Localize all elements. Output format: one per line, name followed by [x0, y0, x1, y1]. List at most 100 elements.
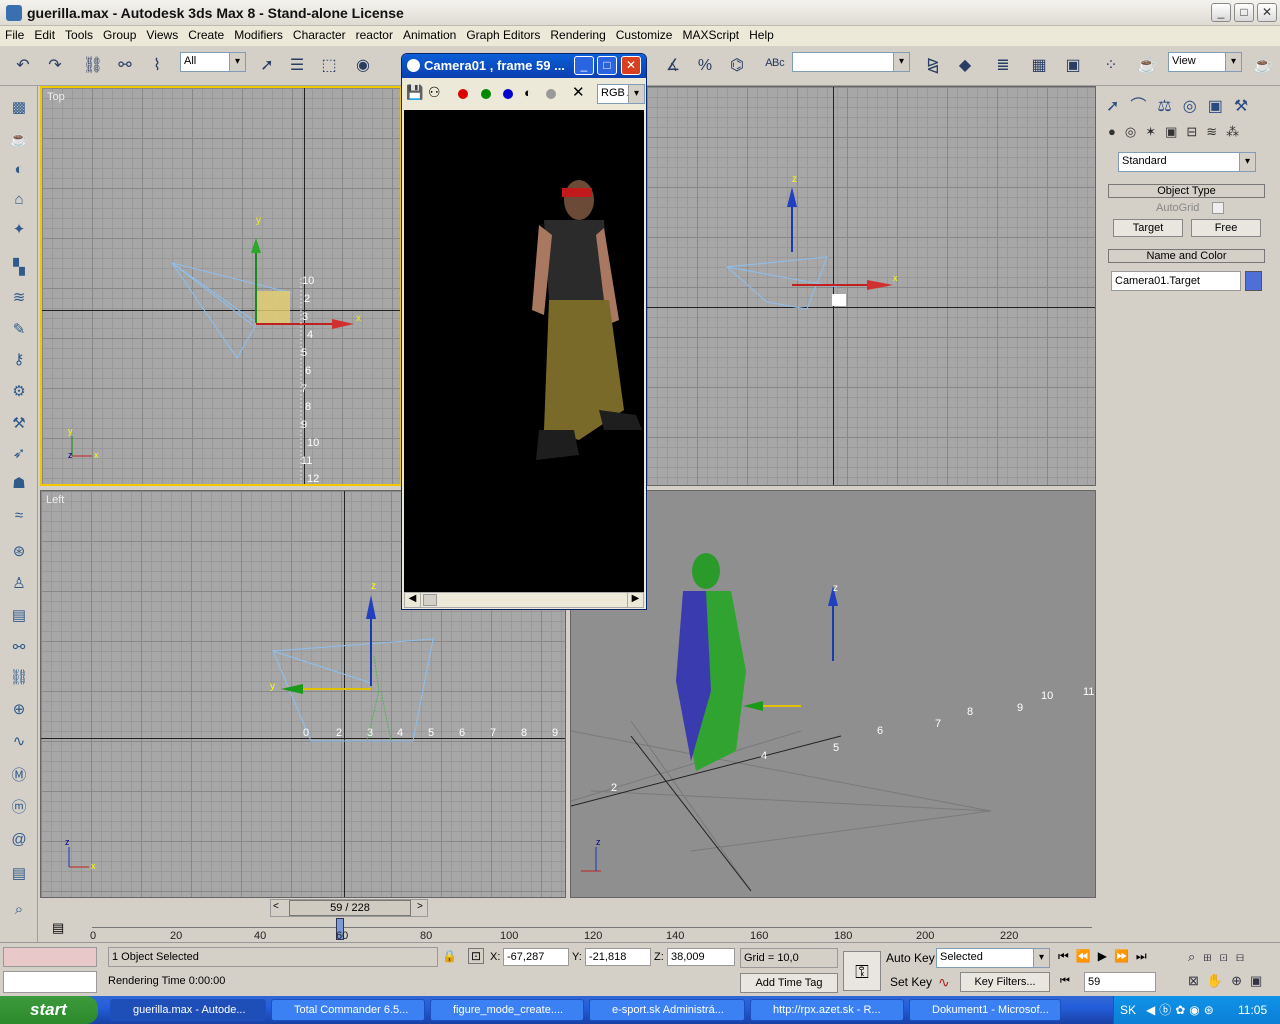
schematic-view-icon[interactable]: ▣ — [1060, 53, 1086, 79]
scroll-left-icon[interactable]: ◀ — [405, 593, 421, 607]
create-category-dropdown[interactable]: Standard — [1118, 152, 1256, 172]
scroll-thumb[interactable] — [423, 594, 437, 606]
current-frame-field[interactable]: 59 — [1084, 972, 1156, 992]
task-total-commander[interactable]: Total Commander 6.5... — [271, 999, 425, 1021]
menu-views[interactable]: Views — [141, 26, 183, 44]
free-button[interactable]: Free — [1191, 219, 1261, 237]
menu-graph-editors[interactable]: Graph Editors — [461, 26, 545, 44]
green-channel-icon[interactable] — [481, 89, 491, 99]
menu-modifiers[interactable]: Modifiers — [229, 26, 288, 44]
menu-tools[interactable]: Tools — [60, 26, 98, 44]
close-button[interactable]: ✕ — [1257, 3, 1277, 22]
rollout-object-type[interactable]: Object Type — [1108, 184, 1265, 198]
set-key-icon[interactable]: ⚿ — [843, 951, 881, 991]
alpha-channel-icon[interactable]: ◐ — [524, 85, 532, 100]
task-3dsmax[interactable]: guerilla.max - Autode... — [110, 999, 266, 1021]
select-link-icon[interactable]: ⛓ — [80, 53, 106, 79]
zoom-icon[interactable]: ⌕ — [7, 898, 31, 922]
set-key-button[interactable]: Set Key — [890, 975, 932, 989]
key-mode-toggle-icon[interactable]: ⏮ — [1060, 975, 1070, 988]
key-mode-dropdown[interactable]: Selected — [936, 948, 1050, 968]
object-color-swatch[interactable] — [1245, 271, 1262, 291]
align-icon[interactable]: ◆ — [952, 53, 978, 79]
unlink-icon[interactable]: ⚯ — [112, 53, 138, 79]
viewport-top[interactable]: Top y x 10 2 3 4 5 6 7 8 9 10 11 12 yxz — [40, 86, 402, 486]
rope-icon[interactable]: ∿ — [7, 730, 31, 754]
edit-named-selection-icon[interactable]: ᴬᴮᶜ — [762, 53, 788, 79]
render-view-dropdown[interactable]: View — [1168, 52, 1242, 72]
selection-filter-dropdown[interactable]: All — [180, 52, 246, 72]
task-rpx-azet[interactable]: http://rpx.azet.sk - R... — [750, 999, 904, 1021]
camera-scrollbar[interactable]: ◀ ▶ — [404, 592, 644, 608]
render-scene-icon[interactable]: ☕ — [1134, 53, 1160, 79]
menu-file[interactable]: File — [0, 26, 29, 44]
y-coordinate-field[interactable]: -21,818 — [585, 948, 651, 966]
menu-create[interactable]: Create — [183, 26, 229, 44]
window-crossing-icon[interactable]: ◉ — [350, 53, 376, 79]
brush-icon[interactable]: ✎ — [7, 318, 31, 342]
camera-maximize-button[interactable]: □ — [597, 56, 617, 75]
key-tangent-icon[interactable]: ∿ — [938, 974, 950, 991]
timeline-track[interactable]: ▤ 0 20 40 60 80 100 120 140 160 180 200 … — [38, 918, 1098, 942]
clone-window-icon[interactable]: ⚇ — [428, 84, 441, 101]
key-icon[interactable]: ⚷ — [7, 348, 31, 372]
viewport-nav-controls-bottom[interactable]: ⊠✋⊕▣ — [1188, 973, 1270, 989]
key-filters-button[interactable]: Key Filters... — [960, 972, 1050, 992]
redo-icon[interactable]: ↷ — [42, 53, 68, 79]
viewport-front[interactable]: zx — [646, 86, 1096, 486]
gear-icon[interactable]: ⚙ — [7, 380, 31, 404]
task-word-document[interactable]: Dokument1 - Microsof... — [909, 999, 1061, 1021]
channel-dropdown[interactable]: RGB Alp — [597, 84, 645, 104]
red-channel-icon[interactable] — [458, 89, 468, 99]
time-slider-label[interactable]: 59 / 228 — [289, 900, 411, 916]
mini-curve-editor-icon[interactable]: ▤ — [52, 920, 64, 936]
link-icon[interactable]: ⚯ — [7, 636, 31, 660]
stack-icon[interactable]: ≋ — [7, 286, 31, 310]
add-time-tag-button[interactable]: Add Time Tag — [740, 973, 838, 993]
object-name-field[interactable]: Camera01.Target — [1111, 271, 1241, 291]
clear-icon[interactable]: ✕ — [572, 83, 585, 101]
rollout-name-and-color[interactable]: Name and Color — [1108, 249, 1265, 263]
menu-group[interactable]: Group — [98, 26, 141, 44]
viewport-perspective[interactable]: z 2 5 6 7 8 9 10 11 4 z — [570, 490, 1096, 898]
create-box-icon[interactable]: ▩ — [7, 96, 31, 120]
command-panel-tabs[interactable]: ➚⌒⚖◎▣⚒ — [1106, 92, 1276, 115]
wave-icon[interactable]: ≈ — [7, 504, 31, 528]
script-icon[interactable]: ▤ — [7, 862, 31, 886]
snap-angle-icon[interactable]: ∡ — [660, 53, 686, 79]
maximize-button[interactable]: □ — [1234, 3, 1254, 22]
start-button[interactable]: start — [0, 996, 98, 1024]
layer-manager-icon[interactable]: ≣ — [990, 53, 1016, 79]
star-icon[interactable]: ✦ — [7, 218, 31, 242]
percent-snap-icon[interactable]: % — [692, 53, 718, 79]
z-coordinate-field[interactable]: 38,009 — [667, 948, 735, 966]
named-selection-sets-dropdown[interactable] — [792, 52, 910, 72]
blue-channel-icon[interactable] — [503, 89, 513, 99]
biped-icon[interactable]: ☗ — [7, 472, 31, 496]
motion-icon[interactable]: ⊕ — [7, 698, 31, 722]
minimize-button[interactable]: _ — [1211, 3, 1231, 22]
maxscript-input[interactable] — [3, 971, 97, 993]
menu-help[interactable]: Help — [744, 26, 779, 44]
x-coordinate-field[interactable]: -67,287 — [503, 948, 569, 966]
checker-icon[interactable]: ▚ — [7, 256, 31, 280]
mirror-icon[interactable]: ⧎ — [920, 53, 946, 79]
menu-customize[interactable]: Customize — [611, 26, 678, 44]
select-object-icon[interactable]: ➚ — [254, 53, 280, 79]
time-slider[interactable]: < 59 / 228 > — [270, 899, 428, 917]
wrench-icon[interactable]: ⚒ — [7, 412, 31, 436]
autogrid-checkbox[interactable] — [1212, 202, 1224, 214]
menu-character[interactable]: Character — [288, 26, 351, 44]
undo-icon[interactable]: ↶ — [10, 53, 36, 79]
menu-maxscript[interactable]: MAXScript — [677, 26, 744, 44]
menu-reactor[interactable]: reactor — [351, 26, 398, 44]
quick-render-icon[interactable]: ☕ — [1250, 53, 1276, 79]
playback-controls[interactable]: ⏮⏪▶⏩⏭ — [1058, 949, 1154, 964]
menu-edit[interactable]: Edit — [29, 26, 60, 44]
save-bitmap-icon[interactable]: 💾 — [406, 84, 423, 101]
sphere-icon[interactable]: ◐ — [7, 158, 31, 182]
menu-animation[interactable]: Animation — [398, 26, 461, 44]
max-m-icon[interactable]: ⓜ — [7, 796, 31, 820]
maxscript-listener-mini[interactable] — [3, 947, 97, 967]
camera-close-button[interactable]: ✕ — [621, 56, 641, 75]
